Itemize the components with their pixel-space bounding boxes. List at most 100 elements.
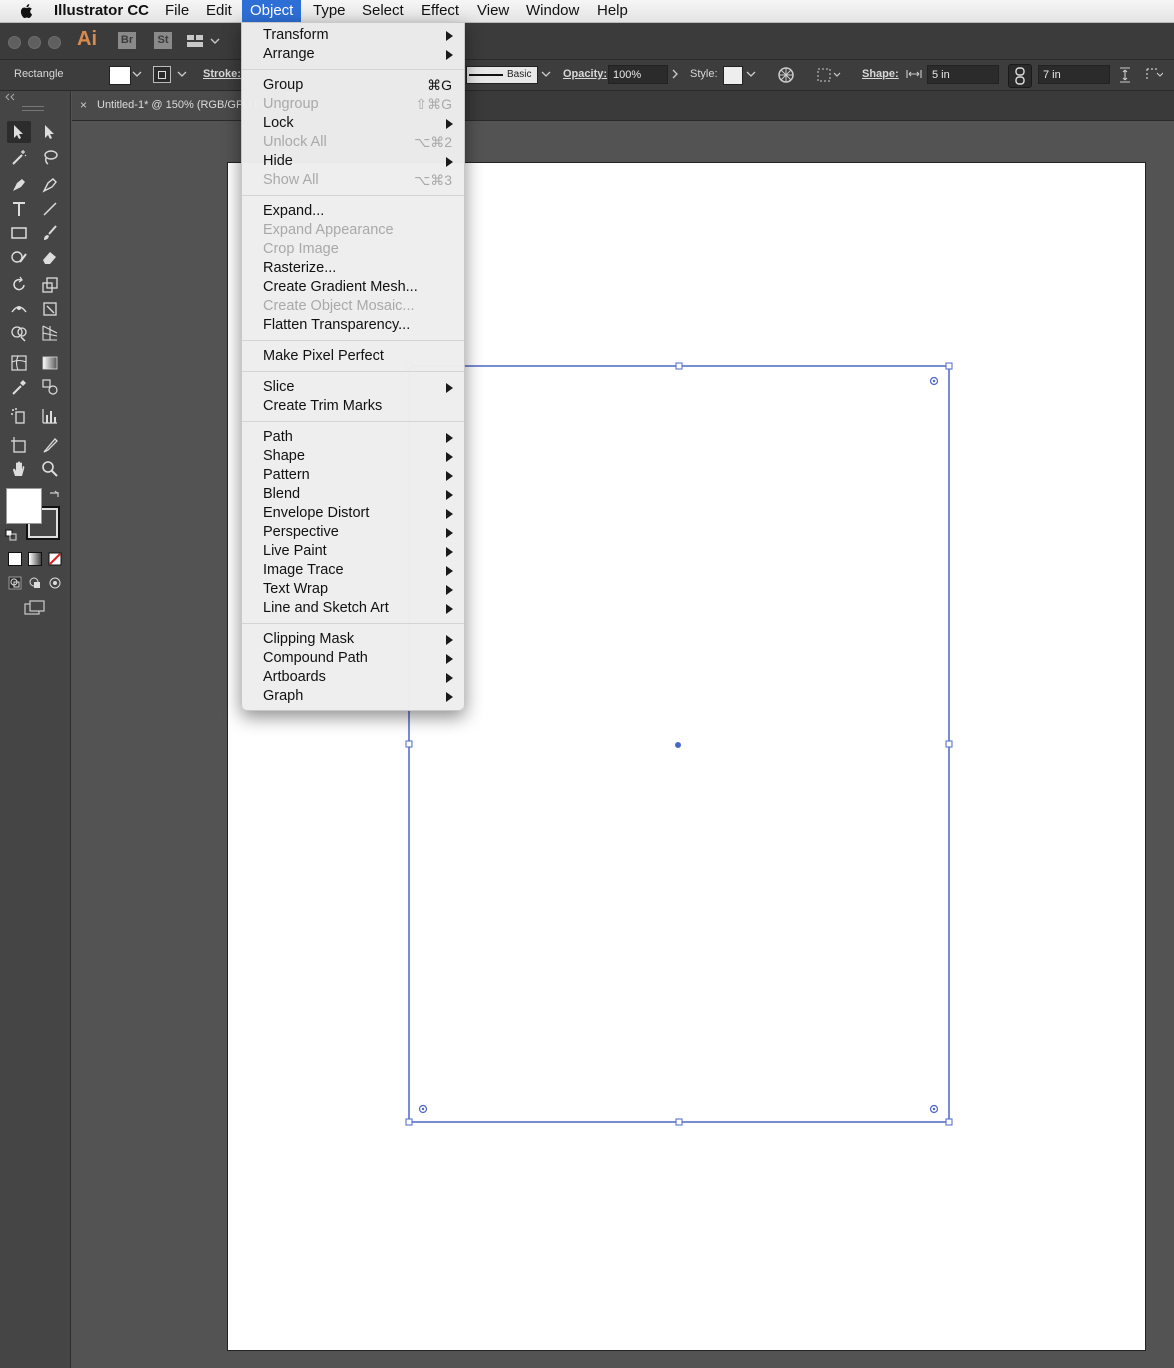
- menu-item-image-trace[interactable]: Image Trace: [242, 561, 464, 580]
- menu-item-path[interactable]: Path: [242, 428, 464, 447]
- submenu-arrow-icon: [446, 654, 453, 664]
- submenu-arrow-icon: [446, 692, 453, 702]
- submenu-arrow-icon: [446, 585, 453, 595]
- menu-item-line-and-sketch-art[interactable]: Line and Sketch Art: [242, 599, 464, 618]
- menu-item-shortcut: ⌥⌘3: [414, 172, 452, 188]
- menu-item-label: Transform: [263, 27, 329, 43]
- menu-item-label: Lock: [263, 115, 294, 131]
- menu-item-label: Line and Sketch Art: [263, 600, 389, 616]
- menu-item-label: Artboards: [263, 669, 326, 685]
- menu-item-label: Compound Path: [263, 650, 368, 666]
- menu-item-label: Path: [263, 429, 293, 445]
- menu-item-clipping-mask[interactable]: Clipping Mask: [242, 630, 464, 649]
- menu-item-expand-appearance: Expand Appearance: [242, 221, 464, 240]
- menu-item-create-gradient-mesh[interactable]: Create Gradient Mesh...: [242, 278, 464, 297]
- menu-item-live-paint[interactable]: Live Paint: [242, 542, 464, 561]
- submenu-arrow-icon: [446, 471, 453, 481]
- bounding-box-handle[interactable]: [405, 1118, 413, 1126]
- menu-item-blend[interactable]: Blend: [242, 485, 464, 504]
- submenu-arrow-icon: [446, 433, 453, 443]
- menu-item-envelope-distort[interactable]: Envelope Distort: [242, 504, 464, 523]
- menu-item-label: Expand Appearance: [263, 222, 394, 238]
- center-point: [675, 742, 681, 748]
- menu-item-create-object-mosaic: Create Object Mosaic...: [242, 297, 464, 316]
- menu-item-label: Slice: [263, 379, 295, 395]
- menu-item-label: Create Object Mosaic...: [263, 298, 415, 314]
- submenu-arrow-icon: [446, 673, 453, 683]
- menu-item-label: Ungroup: [263, 96, 319, 112]
- menu-item-flatten-transparency[interactable]: Flatten Transparency...: [242, 316, 464, 335]
- menu-item-label: Live Paint: [263, 543, 327, 559]
- submenu-arrow-icon: [446, 566, 453, 576]
- bounding-box-handle[interactable]: [945, 740, 953, 748]
- menu-item-transform[interactable]: Transform: [242, 26, 464, 45]
- menu-item-unlock-all: Unlock All ⌥⌘2: [242, 133, 464, 152]
- menu-item-shortcut: ⇧⌘G: [415, 96, 452, 112]
- menu-item-label: Create Trim Marks: [263, 398, 383, 414]
- menu-item-label: Shape: [263, 448, 305, 464]
- menu-item-label: Rasterize...: [263, 260, 337, 276]
- menu-item-label: Clipping Mask: [263, 631, 355, 647]
- menu-item-crop-image: Crop Image: [242, 240, 464, 259]
- menu-item-label: Graph: [263, 688, 304, 704]
- menu-separator: [242, 623, 464, 624]
- menu-item-create-trim-marks[interactable]: Create Trim Marks: [242, 397, 464, 416]
- submenu-arrow-icon: [446, 604, 453, 614]
- bounding-box-handle[interactable]: [405, 740, 413, 748]
- menu-item-label: Group: [263, 77, 304, 93]
- menu-item-compound-path[interactable]: Compound Path: [242, 649, 464, 668]
- menu-item-label: Arrange: [263, 46, 315, 62]
- menu-item-perspective[interactable]: Perspective: [242, 523, 464, 542]
- menu-separator: [242, 421, 464, 422]
- menu-item-graph[interactable]: Graph: [242, 687, 464, 706]
- bounding-box-handle[interactable]: [945, 362, 953, 370]
- menu-item-group[interactable]: Group ⌘G: [242, 76, 464, 95]
- menu-item-artboards[interactable]: Artboards: [242, 668, 464, 687]
- bounding-box-handle[interactable]: [675, 1118, 683, 1126]
- menu-item-label: Make Pixel Perfect: [263, 348, 384, 364]
- submenu-arrow-icon: [446, 528, 453, 538]
- menu-item-make-pixel-perfect[interactable]: Make Pixel Perfect: [242, 347, 464, 366]
- submenu-arrow-icon: [446, 509, 453, 519]
- submenu-arrow-icon: [446, 31, 453, 41]
- menu-item-label: Image Trace: [263, 562, 344, 578]
- menu-item-label: Flatten Transparency...: [263, 317, 411, 333]
- menu-item-lock[interactable]: Lock: [242, 114, 464, 133]
- menu-item-label: Perspective: [263, 524, 339, 540]
- bounding-box-handle[interactable]: [675, 362, 683, 370]
- menu-item-ungroup: Ungroup ⇧⌘G: [242, 95, 464, 114]
- submenu-arrow-icon: [446, 50, 453, 60]
- menu-item-label: Envelope Distort: [263, 505, 370, 521]
- menu-item-label: Hide: [263, 153, 293, 169]
- object-menu-dropdown: Transform Arrange Group ⌘G Ungroup ⇧⌘G Lock Unl…: [241, 22, 465, 711]
- menu-item-slice[interactable]: Slice: [242, 378, 464, 397]
- submenu-arrow-icon: [446, 490, 453, 500]
- submenu-arrow-icon: [446, 635, 453, 645]
- menu-item-expand[interactable]: Expand...: [242, 202, 464, 221]
- menu-item-label: Create Gradient Mesh...: [263, 279, 418, 295]
- menu-item-label: Text Wrap: [263, 581, 329, 597]
- menu-item-show-all: Show All ⌥⌘3: [242, 171, 464, 190]
- menu-item-text-wrap[interactable]: Text Wrap: [242, 580, 464, 599]
- bounding-box-handle[interactable]: [945, 1118, 953, 1126]
- selection-overlay: [405, 362, 953, 1126]
- submenu-arrow-icon: [446, 157, 453, 167]
- submenu-arrow-icon: [446, 452, 453, 462]
- menu-separator: [242, 69, 464, 70]
- menu-item-label: Show All: [263, 172, 319, 188]
- menu-item-arrange[interactable]: Arrange: [242, 45, 464, 64]
- menu-item-pattern[interactable]: Pattern: [242, 466, 464, 485]
- submenu-arrow-icon: [446, 547, 453, 557]
- menu-item-shape[interactable]: Shape: [242, 447, 464, 466]
- menu-item-shortcut: ⌘G: [427, 77, 452, 93]
- menu-separator: [242, 340, 464, 341]
- menu-item-label: Unlock All: [263, 134, 327, 150]
- menu-item-rasterize[interactable]: Rasterize...: [242, 259, 464, 278]
- menu-item-label: Blend: [263, 486, 301, 502]
- submenu-arrow-icon: [446, 119, 453, 129]
- menu-separator: [242, 371, 464, 372]
- menu-separator: [242, 195, 464, 196]
- menu-item-shortcut: ⌥⌘2: [414, 134, 452, 150]
- submenu-arrow-icon: [446, 383, 453, 393]
- menu-item-hide[interactable]: Hide: [242, 152, 464, 171]
